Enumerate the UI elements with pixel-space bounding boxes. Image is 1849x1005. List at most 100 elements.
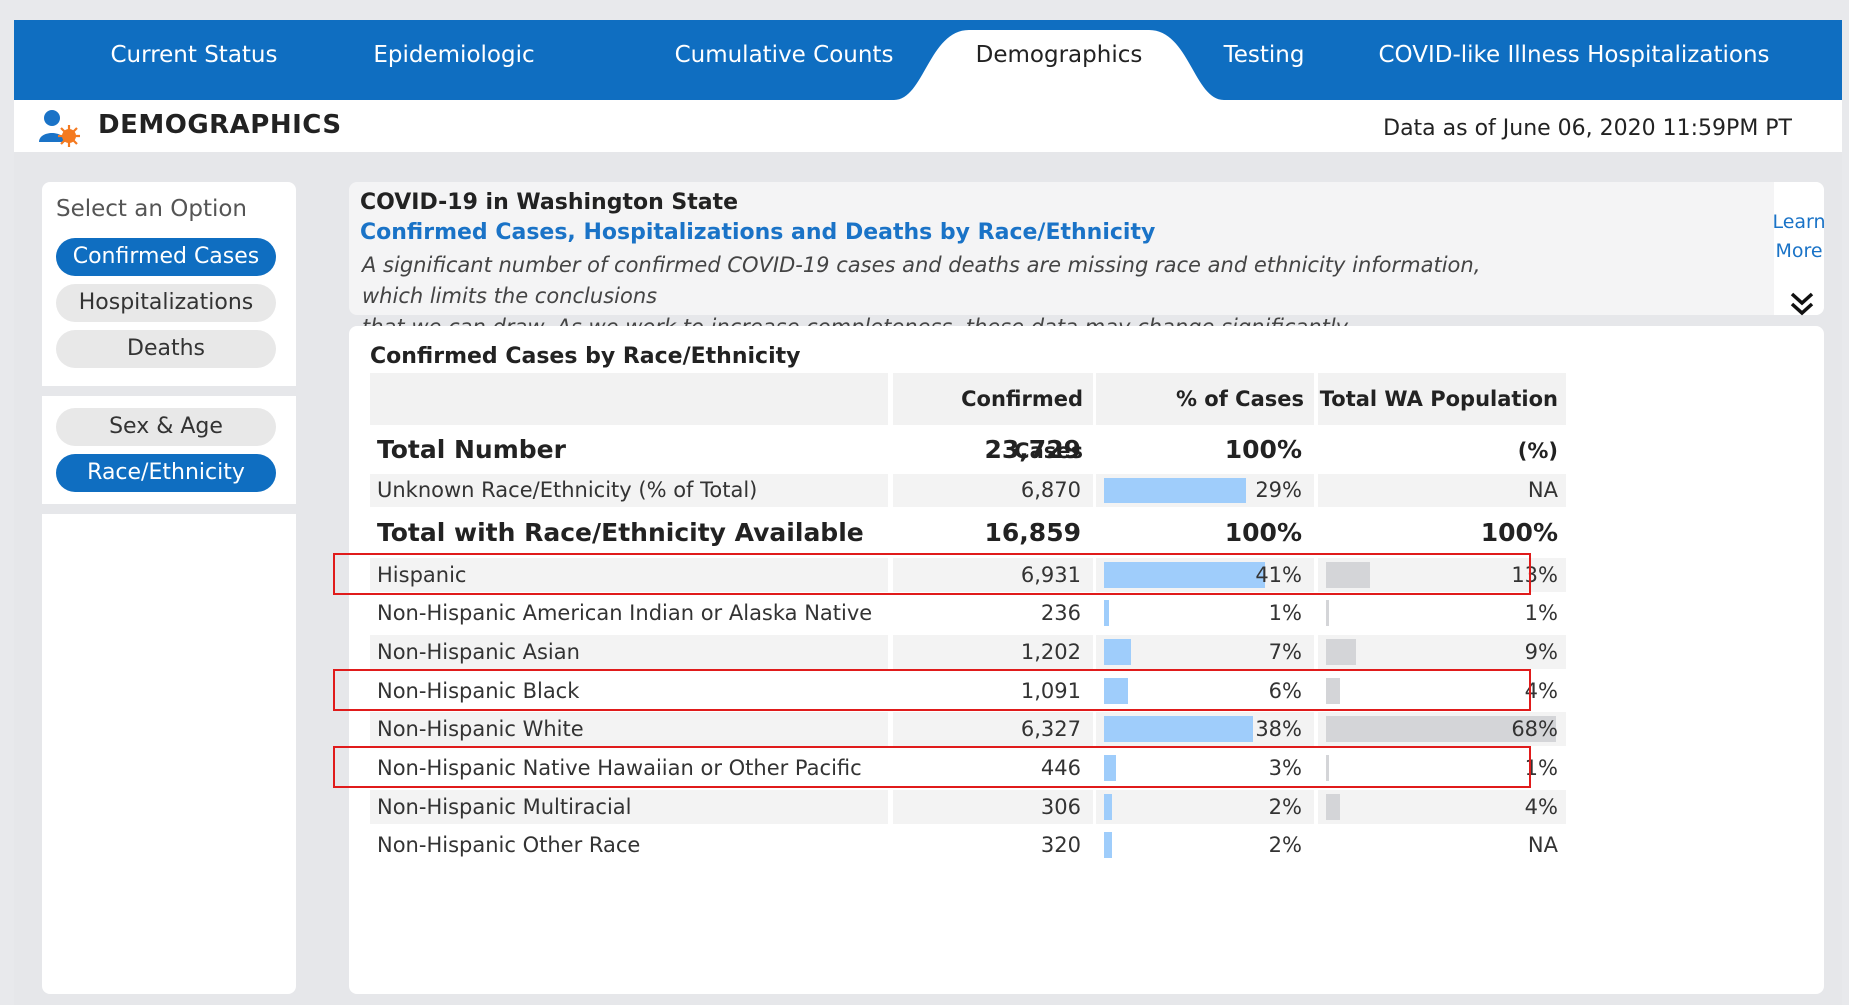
row-pct: 2% xyxy=(1096,828,1314,862)
row-cases: 320 xyxy=(1040,833,1081,857)
option-hospitalizations[interactable]: Hospitalizations xyxy=(56,284,276,322)
row-label: Non-Hispanic Black xyxy=(377,679,580,703)
row-label: Hispanic xyxy=(370,558,888,592)
case-share-bar xyxy=(1104,794,1112,820)
population-share-bar xyxy=(1326,562,1370,588)
row-pct: 100% xyxy=(1224,518,1302,547)
row-cases: 1,091 xyxy=(1020,679,1081,703)
population-share-bar xyxy=(1326,755,1330,781)
table-row: Non-Hispanic White 6,327 38% 68% xyxy=(370,712,1570,746)
population-share-bar xyxy=(1326,639,1357,665)
row-population: NA xyxy=(1318,828,1566,862)
row-population xyxy=(1318,428,1566,472)
header-wa-population: Total WA Population (%) xyxy=(1318,373,1566,463)
total-available-row: Total with Race/Ethnicity Available 16,8… xyxy=(370,512,1570,554)
row-population-value: 13% xyxy=(1511,563,1558,587)
row-population: 4% xyxy=(1318,674,1566,708)
unknown-row: Unknown Race/Ethnicity (% of Total) 6,87… xyxy=(370,474,1570,507)
info-title: COVID-19 in Washington State xyxy=(360,190,739,215)
table-title: Confirmed Cases by Race/Ethnicity xyxy=(370,344,801,369)
row-population-value: 4% xyxy=(1524,679,1558,703)
row-label: Non-Hispanic Other Race xyxy=(377,833,641,857)
row-cases: 6,870 xyxy=(893,474,1093,507)
row-pct-value: 29% xyxy=(1255,478,1302,502)
race-ethnicity-table: Confirmed Cases by Race/Ethnicity Confir… xyxy=(333,326,1824,994)
header-blank xyxy=(370,373,888,425)
row-population: 68% xyxy=(1318,712,1566,746)
row-pct-value: 7% xyxy=(1268,640,1302,664)
learn-more-line: Learn xyxy=(1772,211,1826,233)
row-pct: 3% xyxy=(1096,751,1314,785)
row-population: 4% xyxy=(1318,790,1566,824)
row-pct: 29% xyxy=(1096,474,1314,507)
row-pct: 100% xyxy=(1224,435,1302,464)
row-label: Non-Hispanic American Indian or Alaska N… xyxy=(377,601,873,625)
tab-epidemiologic[interactable]: Epidemiologic xyxy=(334,20,574,100)
row-pct-value: 1% xyxy=(1268,601,1302,625)
option-confirmed-cases[interactable]: Confirmed Cases xyxy=(56,238,276,276)
sidebar: Select an Option Confirmed Cases Hospita… xyxy=(42,182,296,994)
learn-more-link[interactable]: Learn More xyxy=(1769,208,1829,266)
case-share-bar xyxy=(1104,639,1132,665)
row-population-value: 4% xyxy=(1524,795,1558,819)
row-pct: 1% xyxy=(1096,596,1314,630)
row-population: 9% xyxy=(1318,635,1566,669)
row-population: 13% xyxy=(1318,558,1566,592)
row-pct: 2% xyxy=(1096,790,1314,824)
row-cases: 306 xyxy=(893,790,1093,824)
info-card: COVID-19 in Washington State Confirmed C… xyxy=(349,182,1826,339)
option-deaths[interactable]: Deaths xyxy=(56,330,276,368)
table-row: Hispanic 6,931 41% 13% xyxy=(333,553,1570,595)
row-population-value: 1% xyxy=(1524,601,1558,625)
row-cases: 23,729 xyxy=(984,435,1081,464)
row-label: Non-Hispanic White xyxy=(370,712,888,746)
double-chevron-down-icon[interactable] xyxy=(1787,290,1817,318)
tab-cumulative-counts[interactable]: Cumulative Counts xyxy=(654,20,914,100)
page-header: DEMOGRAPHICS Data as of June 06, 2020 11… xyxy=(14,100,1842,152)
row-pct: 38% xyxy=(1096,712,1314,746)
row-pct-value: 2% xyxy=(1268,795,1302,819)
option-sex-age[interactable]: Sex & Age xyxy=(56,408,276,446)
tab-demographics[interactable]: Demographics xyxy=(939,20,1179,100)
row-cases: 1,202 xyxy=(893,635,1093,669)
option-race-ethnicity[interactable]: Race/Ethnicity xyxy=(56,454,276,492)
population-share-bar xyxy=(1326,678,1340,704)
population-share-bar xyxy=(1326,600,1330,626)
info-subtitle: Confirmed Cases, Hospitalizations and De… xyxy=(360,220,1156,245)
tab-covid-like-illness[interactable]: COVID-like Illness Hospitalizations xyxy=(1364,20,1784,100)
tab-current-status[interactable]: Current Status xyxy=(74,20,314,100)
case-share-bar xyxy=(1104,562,1265,588)
row-pct: 41% xyxy=(1096,558,1314,592)
row-cases: 6,931 xyxy=(893,558,1093,592)
row-label: Non-Hispanic Asian xyxy=(370,635,888,669)
case-share-bar xyxy=(1104,832,1112,858)
learn-more-line: More xyxy=(1775,240,1823,262)
data-as-of: Data as of June 06, 2020 11:59PM PT xyxy=(1383,116,1792,141)
user-virus-icon xyxy=(39,110,80,147)
page-title: DEMOGRAPHICS xyxy=(98,110,342,140)
sidebar-divider xyxy=(42,504,296,514)
row-population-value: 68% xyxy=(1511,717,1558,741)
row-pct-value: 38% xyxy=(1255,717,1302,741)
population-share-bar xyxy=(1326,794,1340,820)
case-share-bar xyxy=(1104,678,1128,704)
case-share-bar xyxy=(1104,478,1247,503)
case-share-bar xyxy=(1104,600,1109,626)
row-population-value: NA xyxy=(1527,833,1558,857)
row-population-value: 9% xyxy=(1524,640,1558,664)
row-pct-value: 3% xyxy=(1268,756,1302,780)
tab-bar: Current Status Epidemiologic Cumulative … xyxy=(14,20,1842,100)
info-note-line: A significant number of confirmed COVID-… xyxy=(362,253,1481,308)
row-label: Non-Hispanic Multiracial xyxy=(370,790,888,824)
row-pct-value: 6% xyxy=(1268,679,1302,703)
row-population: 1% xyxy=(1318,751,1566,785)
sidebar-divider xyxy=(42,386,296,396)
case-share-bar xyxy=(1104,755,1116,781)
dashboard: Current Status Epidemiologic Cumulative … xyxy=(14,20,1842,1005)
row-cases: 446 xyxy=(1040,756,1081,780)
row-population: 100% xyxy=(1480,518,1558,547)
table-row: Non-Hispanic Asian 1,202 7% 9% xyxy=(370,635,1570,669)
tab-testing[interactable]: Testing xyxy=(1194,20,1334,100)
row-cases: 236 xyxy=(1040,601,1081,625)
row-label: Total with Race/Ethnicity Available xyxy=(377,518,864,547)
